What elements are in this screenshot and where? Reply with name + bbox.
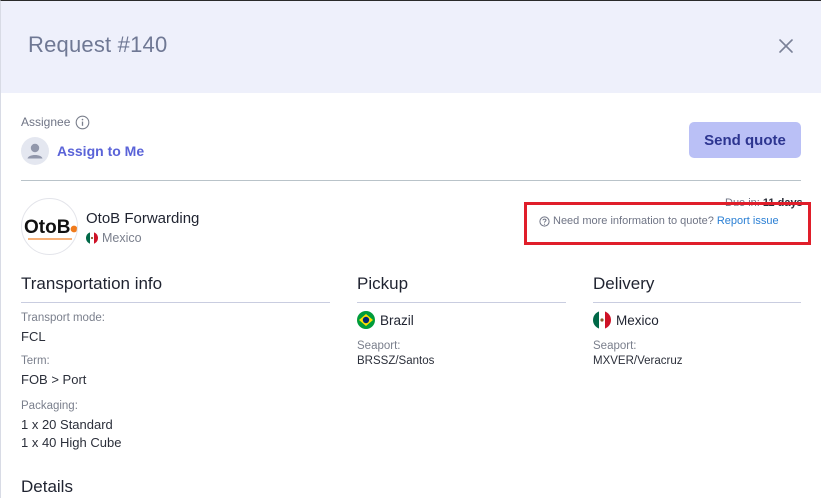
company-country: Mexico (86, 231, 142, 245)
company-country-label: Mexico (102, 231, 142, 245)
term-value: FOB > Port (21, 372, 87, 387)
brazil-flag-icon (357, 311, 375, 329)
delivery-country: Mexico (593, 311, 659, 329)
pickup-seaport-value: BRSSZ/Santos (357, 355, 435, 367)
send-quote-button[interactable]: Send quote (689, 122, 801, 158)
mexico-flag-icon (86, 232, 98, 244)
pickup-country: Brazil (357, 311, 414, 329)
delivery-seaport-label: Seaport: (593, 340, 637, 352)
packaging-value: 1 x 20 Standard (21, 417, 113, 432)
delivery-divider (593, 302, 801, 303)
logo-text: OtoB (24, 217, 70, 238)
company-logo: OtoB (21, 198, 78, 255)
info-icon[interactable] (75, 115, 90, 130)
term-label: Term: (21, 355, 50, 367)
pickup-title: Pickup (357, 274, 409, 293)
divider (21, 180, 801, 181)
user-icon (27, 143, 43, 159)
pickup-divider (357, 302, 566, 303)
modal-header: Request #140 (1, 1, 821, 93)
pickup-country-label: Brazil (380, 312, 414, 328)
request-modal: Request #140 Assignee Assign to Me Send … (0, 0, 821, 498)
transportation-divider (21, 302, 330, 303)
packaging-value: 1 x 40 High Cube (21, 435, 122, 450)
mexico-flag-icon (593, 311, 611, 329)
pickup-seaport-label: Seaport: (357, 340, 401, 352)
assign-to-me-link[interactable]: Assign to Me (57, 143, 144, 159)
avatar (21, 137, 49, 165)
modal-title: Request #140 (28, 32, 168, 57)
company-name: OtoB Forwarding (86, 210, 200, 227)
transport-mode-label: Transport mode: (21, 312, 105, 324)
transportation-title: Transportation info (21, 274, 163, 293)
details-title: Details (21, 477, 73, 496)
delivery-seaport-value: MXVER/Veracruz (593, 355, 683, 367)
transport-mode-value: FCL (21, 329, 46, 344)
packaging-label: Packaging: (21, 400, 78, 412)
delivery-country-label: Mexico (616, 312, 659, 328)
highlight-annotation (524, 202, 811, 245)
delivery-title: Delivery (593, 274, 655, 293)
close-icon[interactable] (777, 37, 795, 55)
assignee-label: Assignee (21, 115, 71, 129)
